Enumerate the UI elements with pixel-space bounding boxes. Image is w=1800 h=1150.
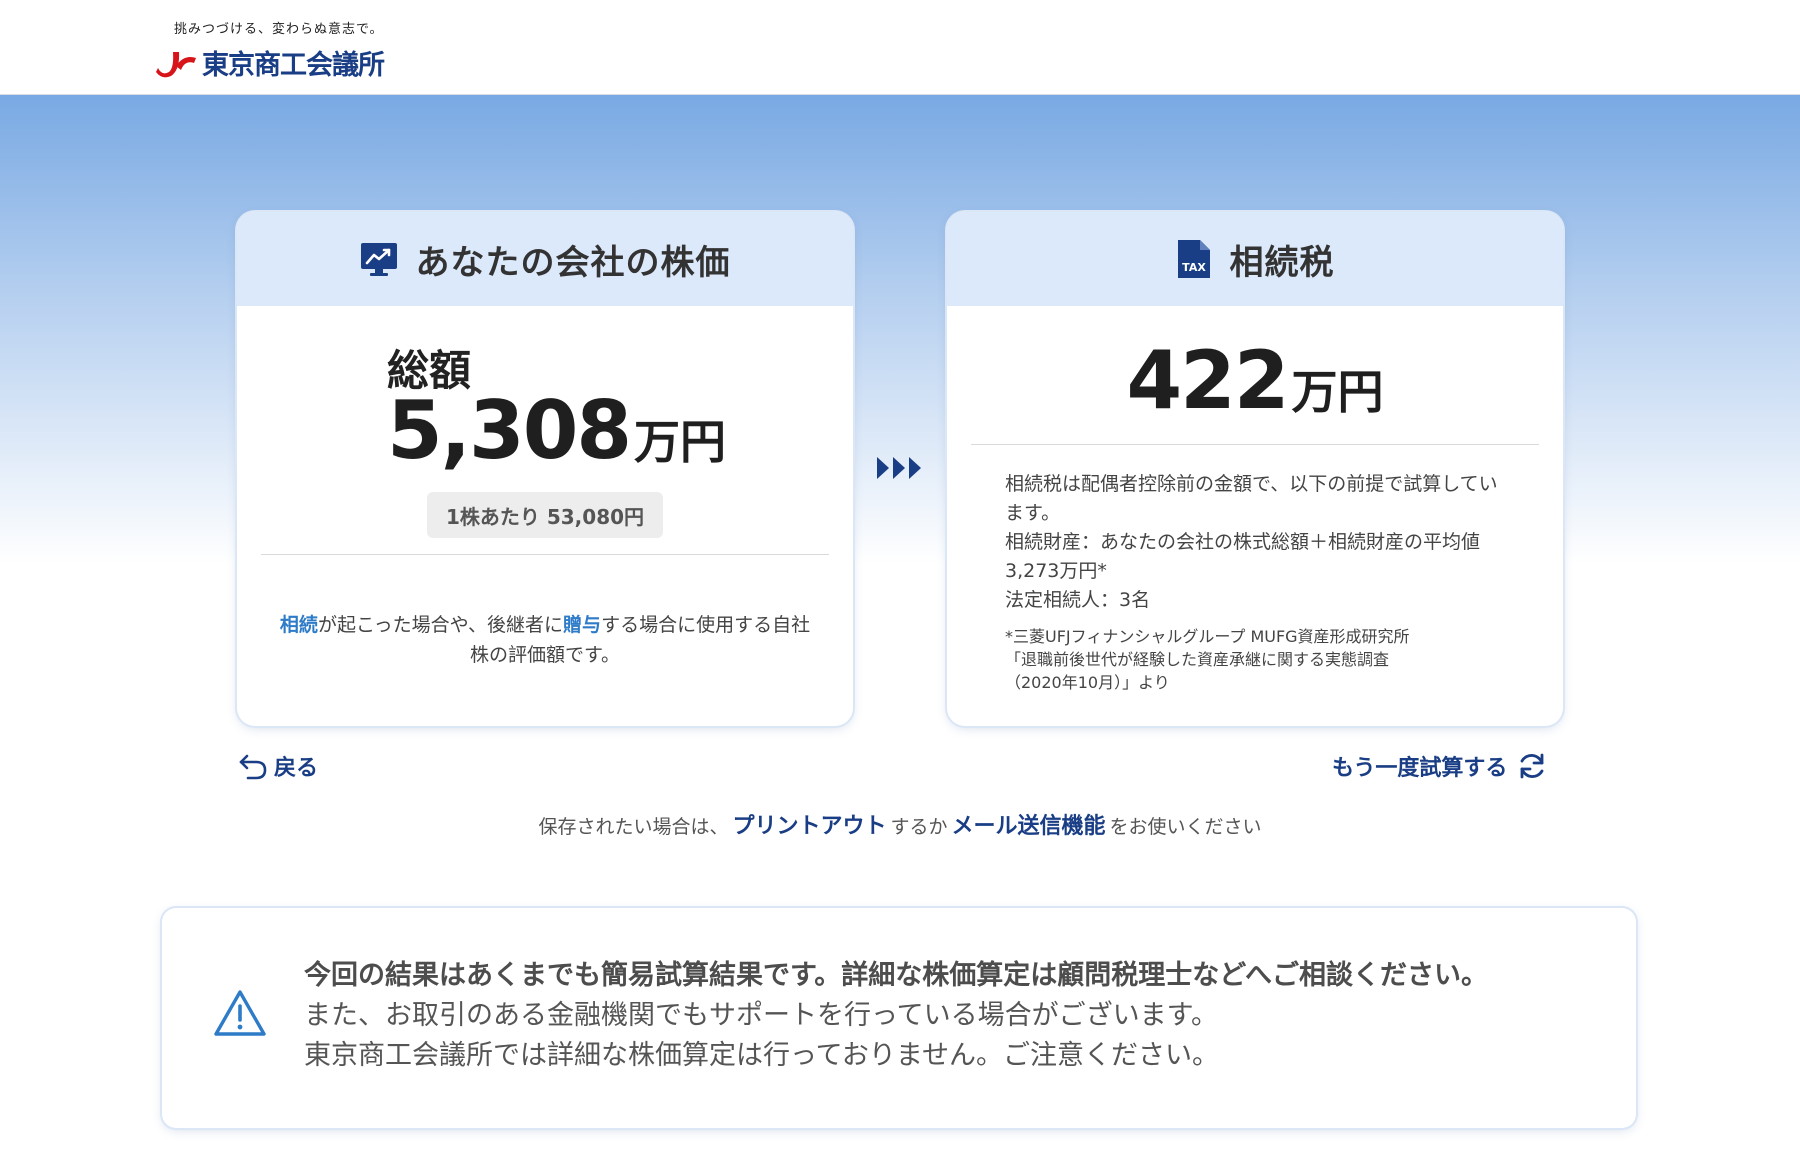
save-note-text: をお使いください: [1109, 816, 1262, 838]
retry-button[interactable]: もう一度試算する: [1332, 750, 1547, 782]
back-button[interactable]: 戻る: [238, 750, 318, 782]
footnote-line: （2020年10月）」より: [1005, 673, 1170, 692]
site-header: 挑みつづける、変わらぬ意志で。 東京商工会議所: [0, 0, 1800, 95]
warning-icon: [214, 990, 266, 1036]
footnote-line: *三菱UFJフィナンシャルグループ MUFG資産形成研究所: [1005, 627, 1410, 646]
disclaimer-text: 今回の結果はあくまでも簡易試算結果です。詳細な株価算定は顧問税理士などへご相談く…: [304, 956, 1488, 1076]
back-label: 戻る: [274, 756, 319, 781]
tax-desc-line: 法定相続人：3名: [1005, 589, 1151, 611]
email-send-link[interactable]: メール送信機能: [952, 814, 1106, 839]
inheritance-tax-title: 相続税: [1229, 242, 1335, 283]
tax-value: 422: [1126, 334, 1290, 427]
desc-text: が起こった場合や、後継者に: [317, 614, 564, 636]
tax-desc-line: 相続財産：あなたの会社の株式総額＋相続財産の平均値3,273万円*: [1005, 531, 1481, 582]
org-name: 東京商工会議所: [202, 50, 385, 81]
disclaimer-line: また、お取引のある金融機関でもサポートを行っている場合がございます。: [304, 1000, 1218, 1031]
retry-label: もう一度試算する: [1332, 756, 1508, 781]
org-logo-mark-icon: [156, 51, 196, 77]
tax-amount: 422 万円: [947, 334, 1563, 427]
triple-arrow-icon: [877, 457, 921, 479]
org-logo[interactable]: 挑みつづける、変わらぬ意志で。 東京商工会議所: [154, 18, 385, 82]
save-instructions: 保存されたい場合は、 プリントアウト するか メール送信機能 をお使いください: [0, 808, 1800, 840]
tax-description: 相続税は配偶者控除前の金額で、以下の前提で試算しています。 相続財産：あなたの会…: [1005, 470, 1515, 615]
inheritance-tax-card-header: TAX 相続税: [947, 212, 1563, 306]
refresh-icon: [1520, 753, 1544, 779]
per-share-badge: 1株あたり 53,080円: [427, 492, 663, 538]
gift-highlight: 贈与: [563, 614, 602, 636]
stock-price-card: あなたの会社の株価 総額 5,308 万円 1株あたり 53,080円 相続が起…: [237, 212, 853, 726]
tax-document-icon: TAX: [1177, 240, 1210, 278]
footnote-line: 「退職前後世代が経験した資産承継に関する実態調査: [1005, 650, 1390, 669]
total-amount: 5,308 万円: [387, 384, 726, 477]
inheritance-tax-card: TAX 相続税 422 万円 相続税は配偶者控除前の金額で、以下の前提で試算して…: [947, 212, 1563, 726]
chart-monitor-icon: [360, 243, 397, 276]
save-note-text: するか: [890, 816, 948, 838]
disclaimer-line: 今回の結果はあくまでも簡易試算結果です。詳細な株価算定は顧問税理士などへご相談く…: [304, 960, 1488, 991]
tax-unit: 万円: [1291, 365, 1384, 419]
stock-price-card-header: あなたの会社の株価: [237, 212, 853, 306]
total-value: 5,308: [387, 384, 632, 477]
inheritance-highlight: 相続: [279, 614, 318, 636]
stock-price-description: 相続が起こった場合や、後継者に贈与する場合に使用する自社株の評価額です。: [277, 610, 813, 670]
divider: [261, 554, 829, 555]
tagline: 挑みつづける、変わらぬ意志で。: [174, 22, 384, 37]
divider: [971, 444, 1539, 445]
back-arrow-icon: [239, 754, 267, 780]
tax-desc-line: 相続税は配偶者控除前の金額で、以下の前提で試算しています。: [1005, 473, 1498, 524]
disclaimer-line: 東京商工会議所では詳細な株価算定は行っておりません。ご注意ください。: [304, 1040, 1220, 1071]
save-note-text: 保存されたい場合は、: [538, 816, 729, 838]
total-unit: 万円: [634, 415, 727, 469]
disclaimer-notice: 今回の結果はあくまでも簡易試算結果です。詳細な株価算定は顧問税理士などへご相談く…: [162, 908, 1636, 1128]
stock-price-title: あなたの会社の株価: [415, 242, 731, 283]
tax-footnote: *三菱UFJフィナンシャルグループ MUFG資産形成研究所 「退職前後世代が経験…: [1005, 625, 1525, 694]
printout-link[interactable]: プリントアウト: [732, 814, 886, 839]
tax-icon-label: TAX: [1182, 261, 1206, 274]
